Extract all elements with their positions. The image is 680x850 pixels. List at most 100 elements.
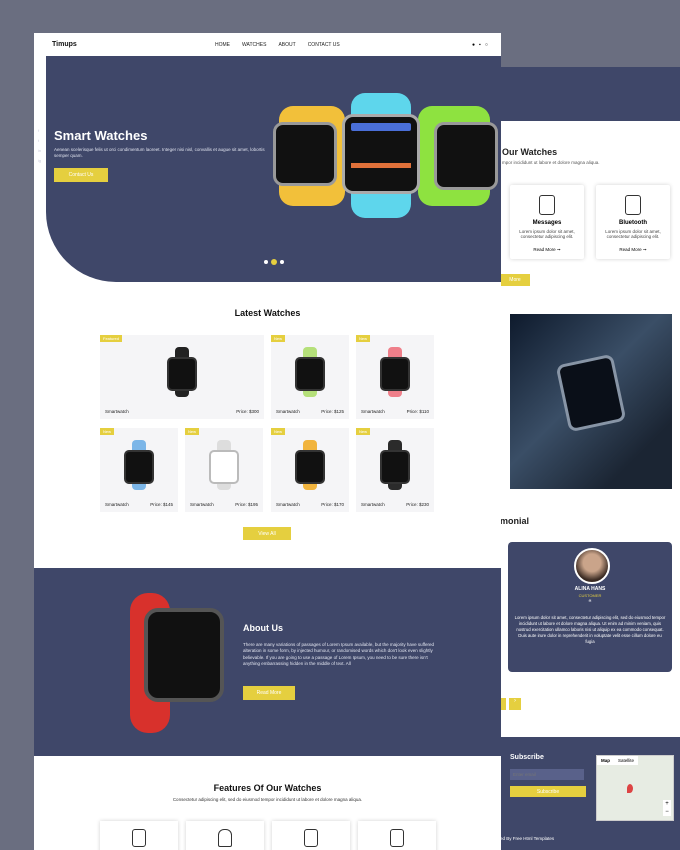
footer-credit: ed By Free Html Templates: [500, 836, 555, 841]
back-features-subtitle: mpor incididunt ut labore et dolore magn…: [502, 160, 600, 165]
card-read-more-link[interactable]: Read More ➞: [510, 247, 584, 253]
card-read-more-link[interactable]: Read More ➞: [596, 247, 670, 253]
slider-dot-active[interactable]: [271, 259, 277, 265]
bluetooth-icon: [625, 195, 641, 215]
yellow-watch-face: [273, 122, 337, 186]
photo-watch-face: [555, 353, 627, 433]
product-watch-image: [209, 440, 239, 490]
subscribe-button[interactable]: Subscribe: [510, 786, 586, 797]
about-text: There are many variations of passages of…: [243, 642, 435, 667]
main-page-preview: Timups HOME WATCHES ABOUT CONTACT US ● ▪…: [34, 33, 501, 850]
feature-card: [358, 821, 436, 850]
product-watch-image: [380, 440, 410, 490]
product-card[interactable]: New Smartwatch Price: $145: [100, 428, 178, 512]
feature-card-bluetooth: Bluetooth Lorem ipsum dolor sit amet, co…: [596, 185, 670, 259]
latest-watches-title: Latest Watches: [234, 308, 301, 318]
about-title: About Us: [243, 623, 283, 633]
features-subtitle: Consectetur adipiscing elit, sed do eius…: [172, 797, 363, 802]
nav-item-home[interactable]: HOME: [215, 42, 230, 48]
product-name: Smartwatch: [105, 409, 129, 414]
product-card[interactable]: Featured Smartwatch Price: $300: [100, 335, 264, 419]
card-text: Lorem ipsum dolor sit amet, consectetur …: [519, 229, 575, 239]
product-tag: New: [271, 428, 286, 435]
back-header-band: [500, 67, 680, 121]
product-tag: New: [100, 428, 115, 435]
features-title: Features Of Our Watches: [213, 783, 322, 793]
product-watch-image: [380, 347, 410, 397]
map-pin-icon: [627, 784, 633, 793]
about-section: About Us There are many variations of pa…: [34, 568, 501, 756]
back-testimonial-title: monial: [500, 516, 530, 526]
product-price: Price: $230: [406, 502, 429, 507]
nav-item-about[interactable]: ABOUT: [278, 42, 295, 48]
brand-logo[interactable]: Timups: [52, 41, 77, 48]
testimonial-text: Lorem ipsum dolor sit amet, consectetur …: [514, 615, 666, 644]
card-text: Lorem ipsum dolor sit amet, consectetur …: [605, 229, 661, 239]
map-widget[interactable]: Map Satellite + −: [596, 755, 674, 821]
product-card[interactable]: New Smartwatch Price: $230: [356, 428, 434, 512]
twitter-icon[interactable]: t: [38, 138, 41, 143]
product-watch-image: [295, 440, 325, 490]
view-all-button[interactable]: View All: [243, 527, 291, 540]
watch-message-icon: [304, 829, 318, 847]
product-name: Smartwatch: [190, 502, 214, 507]
contact-us-button[interactable]: Contact Us: [54, 168, 108, 182]
nav-item-watches[interactable]: WATCHES: [242, 42, 266, 48]
calendar-highlight: [351, 163, 411, 168]
product-tag: New: [185, 428, 200, 435]
search-icon[interactable]: ○: [485, 42, 488, 48]
email-input[interactable]: [510, 769, 584, 780]
back-footer: Subscribe Subscribe Map Satellite +− ed …: [500, 737, 680, 850]
product-price: Price: $300: [236, 409, 259, 414]
slider-dot[interactable]: [264, 260, 268, 264]
product-price: Price: $195: [235, 502, 258, 507]
product-name: Smartwatch: [276, 502, 300, 507]
product-card[interactable]: New Smartwatch Price: $110: [356, 335, 434, 419]
product-tag: New: [356, 335, 371, 342]
back-features-title: Our Watches: [502, 147, 558, 157]
product-price: Price: $110: [406, 409, 429, 414]
product-tag: Featured: [100, 335, 123, 342]
product-tag: New: [356, 428, 371, 435]
quote-icon: “: [588, 598, 592, 608]
slider-next-button[interactable]: ›: [509, 698, 521, 710]
watch-message-icon: [539, 195, 555, 215]
linkedin-icon[interactable]: in: [38, 148, 41, 153]
product-watch-image: [295, 347, 325, 397]
product-price: Price: $170: [321, 502, 344, 507]
facebook-icon[interactable]: f: [38, 128, 41, 133]
header-icons: ● ▪ ○: [472, 42, 488, 48]
feature-card: [186, 821, 264, 850]
product-card[interactable]: New Smartwatch Price: $170: [271, 428, 349, 512]
watch-icon: [132, 829, 146, 847]
social-links: f t in ig: [38, 128, 41, 163]
bluetooth-icon: [390, 829, 404, 847]
product-card[interactable]: New Smartwatch Price: $195: [185, 428, 263, 512]
map-tab-map[interactable]: Map: [597, 756, 614, 765]
product-watch-image: [124, 440, 154, 490]
slider-dot[interactable]: [280, 260, 284, 264]
instagram-icon[interactable]: ig: [38, 158, 41, 163]
user-icon[interactable]: ●: [472, 42, 475, 48]
product-card[interactable]: New Smartwatch Price: $125: [271, 335, 349, 419]
hero-text: Aenean scelerisque felis ut orci condime…: [54, 147, 265, 158]
product-tag: New: [271, 335, 286, 342]
subscribe-title: Subscribe: [510, 754, 544, 761]
cyan-watch-face: [342, 114, 420, 194]
testimonial-name: ALINA HANS: [574, 586, 606, 592]
more-button[interactable]: More: [500, 274, 530, 286]
watch-photo-image: [510, 314, 672, 489]
hero-title: Smart Watches: [54, 128, 148, 143]
cart-icon[interactable]: ▪: [479, 42, 481, 48]
green-watch-face: [434, 122, 498, 190]
product-watch-image: [167, 347, 197, 397]
map-zoom-controls[interactable]: + −: [663, 800, 671, 816]
main-nav: HOME WATCHES ABOUT CONTACT US: [209, 42, 346, 48]
card-title: Bluetooth: [619, 220, 647, 226]
nav-item-contact[interactable]: CONTACT US: [308, 42, 340, 48]
red-watch-face: [144, 608, 224, 702]
map-tabs: Map Satellite: [597, 756, 639, 765]
map-tab-satellite[interactable]: Satellite: [614, 756, 638, 765]
product-name: Smartwatch: [361, 409, 385, 414]
read-more-button[interactable]: Read More: [243, 686, 295, 700]
